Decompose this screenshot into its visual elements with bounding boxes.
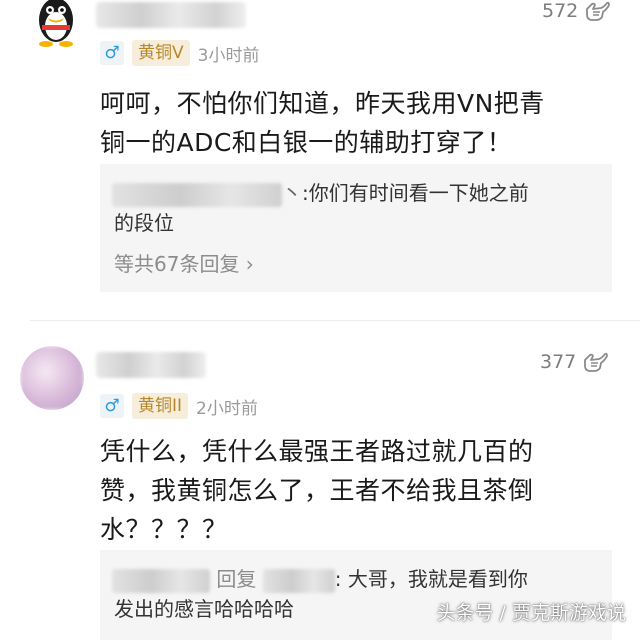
like-count[interactable]: 572 (542, 0, 611, 22)
reply-username-blurred (112, 568, 210, 593)
user-meta: ♂ 黄铜V 3小时前 (100, 40, 259, 66)
comment-line: 铜一的ADC和白银一的辅助打穿了！ (100, 128, 513, 157)
comment-line: 水？？？？ (100, 515, 228, 544)
comment-body[interactable]: 凭什么，凭什么最强王者路过就几百的 赞，我黄铜怎么了，王者不给我且茶倒 水？？？… (100, 432, 534, 549)
reply-preview[interactable]: 回复 : 大哥，我就是看到你 发出的感言哈哈哈哈 (100, 550, 612, 640)
reply-text: : 大哥，我就是看到你 (334, 567, 528, 591)
like-count[interactable]: 377 (540, 351, 609, 373)
reply-line-1: 回复 : 大哥，我就是看到你 (112, 564, 528, 594)
reply-line-2: 发出的感言哈哈哈哈 (114, 597, 294, 621)
reply-preview[interactable]: 丶:你们有时间看一下她之前 的段位 等共67条回复 › (100, 164, 612, 292)
penguin-avatar-icon (26, 0, 86, 52)
shaka-hand-icon[interactable] (582, 351, 609, 373)
post-time: 2小时前 (196, 398, 258, 419)
reply-username-blurred (112, 182, 282, 207)
reply-verb: 回复 (216, 567, 257, 591)
comment-body[interactable]: 呵呵，不怕你们知道，昨天我用VN把青 铜一的ADC和白银一的辅助打穿了！ (100, 84, 545, 162)
view-more-replies-link[interactable]: 等共67条回复 › (114, 248, 254, 277)
reply-text: :你们有时间看一下她之前 (302, 181, 529, 205)
shaka-hand-icon[interactable] (584, 0, 611, 22)
male-icon: ♂ (100, 41, 124, 65)
rank-badge: 黄铜II (132, 393, 189, 419)
user-avatar[interactable] (20, 346, 84, 410)
like-count-value: 572 (542, 0, 579, 22)
username-blurred[interactable] (96, 352, 206, 378)
username-blurred[interactable] (96, 2, 246, 28)
post-time: 3小时前 (197, 45, 260, 66)
blurred-avatar-image (20, 346, 84, 410)
reply-target-blurred (262, 568, 335, 593)
reply-line-1: 丶:你们有时间看一下她之前 (112, 178, 529, 208)
comment-line: 呵呵，不怕你们知道，昨天我用VN把青 (100, 89, 545, 118)
user-avatar[interactable] (26, 0, 86, 52)
like-count-value: 377 (540, 351, 577, 373)
comment-line: 赞，我黄铜怎么了，王者不给我且茶倒 (100, 476, 534, 505)
comment-line: 凭什么，凭什么最强王者路过就几百的 (100, 437, 534, 466)
male-icon: ♂ (100, 394, 124, 418)
watermark: 头条号 / 贾克斯游戏说 (436, 602, 626, 624)
user-meta: ♂ 黄铜II 2小时前 (100, 393, 258, 419)
rank-badge: 黄铜V (132, 40, 190, 66)
reply-line-2: 的段位 (114, 211, 174, 235)
comment-divider (30, 320, 640, 321)
